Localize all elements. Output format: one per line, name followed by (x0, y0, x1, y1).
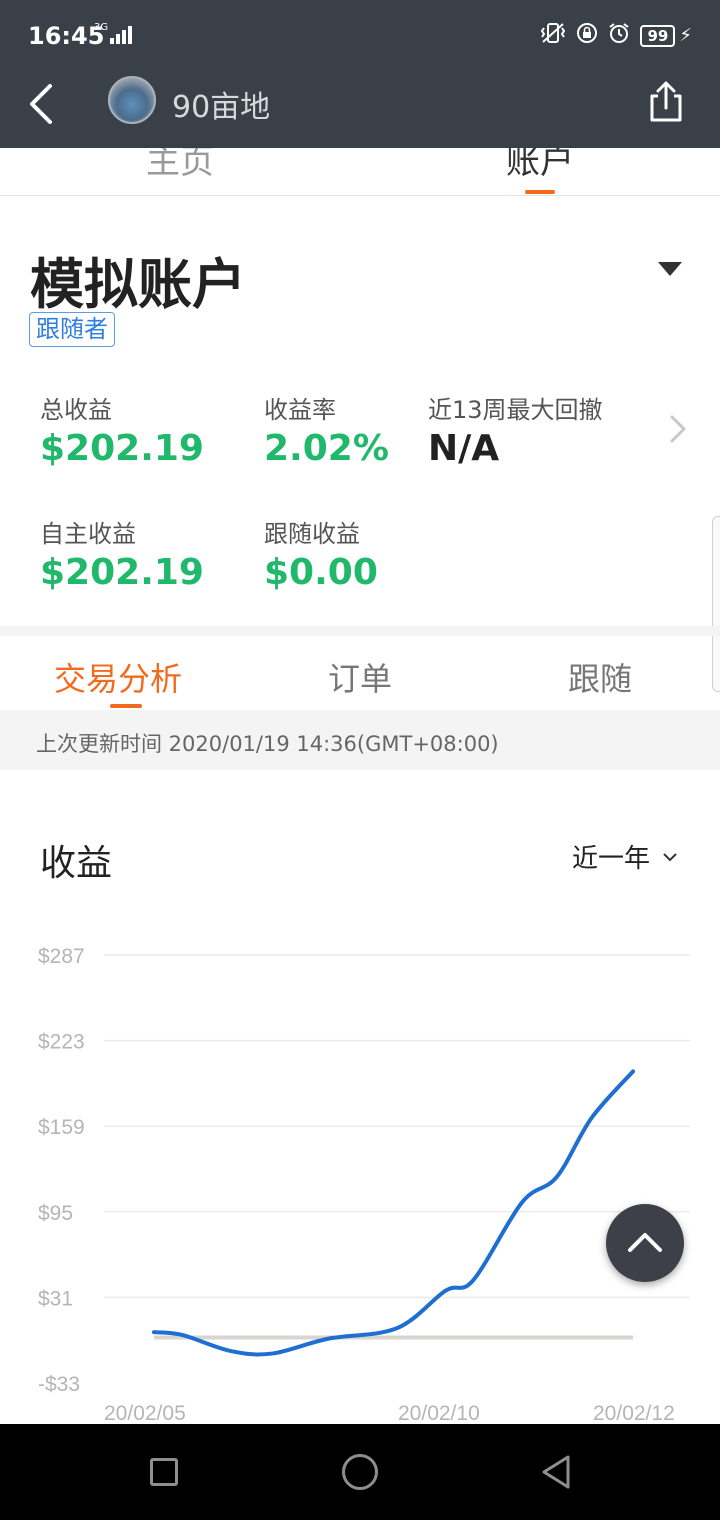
tab-follow[interactable]: 跟随 (568, 654, 632, 700)
self-profit-label: 自主收益 (40, 520, 136, 548)
follow-profit-label: 跟随收益 (264, 520, 360, 548)
return-rate-value: 2.02% (264, 428, 389, 469)
update-time-bar: 上次更新时间 2020/01/19 14:36(GMT+08:00) (0, 710, 720, 770)
total-profit-label: 总收益 (40, 396, 112, 424)
share-icon (650, 81, 682, 122)
top-tab-bar: 主页 账户 (0, 148, 720, 196)
network-type: 3G (94, 22, 109, 33)
status-bar: 16:45 3G 99 ⚡ (0, 0, 720, 66)
total-profit-value: $202.19 (40, 428, 204, 469)
battery-icon: 99 (640, 24, 676, 47)
scroll-top-button[interactable] (606, 1204, 684, 1282)
max-drawdown-value: N/A (428, 428, 500, 469)
share-button[interactable] (646, 80, 686, 124)
tab-orders[interactable]: 订单 (328, 654, 392, 700)
tab-account[interactable]: 账户 (506, 148, 574, 183)
screen-lock-icon (576, 22, 598, 49)
role-badge: 跟随者 (29, 312, 115, 347)
update-time-text: 上次更新时间 2020/01/19 14:36(GMT+08:00) (36, 732, 499, 756)
self-profit-value: $202.19 (40, 552, 204, 593)
page-title: 90亩地 (172, 90, 271, 125)
system-nav-bar (0, 1424, 720, 1520)
chart-y-tick-label: $95 (38, 1202, 73, 1225)
chart-y-tick-label: $31 (38, 1287, 73, 1310)
period-select[interactable]: 近一年 (572, 838, 678, 875)
chart-x-tick-label: 20/02/05 (104, 1402, 186, 1424)
section-divider (0, 626, 720, 636)
chart-x-tick-label: 20/02/10 (398, 1402, 480, 1424)
period-select-label: 近一年 (572, 844, 651, 874)
account-title: 模拟账户 (30, 253, 246, 316)
home-button[interactable] (342, 1454, 378, 1490)
chart-y-tick-label: $223 (38, 1031, 85, 1054)
status-time: 16:45 (28, 22, 105, 50)
alarm-icon (608, 22, 630, 49)
return-rate-label: 收益率 (264, 396, 336, 424)
back-button[interactable] (22, 80, 62, 128)
tab-trade-analysis[interactable]: 交易分析 (54, 654, 182, 700)
avatar[interactable] (108, 76, 156, 124)
follow-profit-value: $0.00 (264, 552, 378, 593)
side-drawer-handle[interactable] (712, 516, 720, 692)
chevron-up-icon (628, 1233, 662, 1252)
back-nav-button[interactable] (540, 1454, 572, 1490)
chart-y-tick-label: $287 (38, 945, 85, 968)
max-drawdown-label: 近13周最大回撤 (428, 396, 603, 424)
chart-title: 收益 (40, 843, 113, 884)
charging-icon: ⚡ (679, 25, 692, 46)
tab-indicator (525, 190, 555, 194)
signal-icon (110, 26, 132, 44)
tab-home[interactable]: 主页 (146, 148, 214, 183)
chart-x-tick-label: 20/02/12 (593, 1402, 675, 1424)
vibrate-icon (540, 22, 566, 49)
chart-y-tick-label: $159 (38, 1116, 85, 1139)
status-icons: 99 ⚡ (540, 22, 692, 49)
chevron-right-icon[interactable] (664, 414, 692, 444)
account-dropdown-icon[interactable] (658, 262, 682, 276)
chart-series-profit-line (152, 1069, 636, 1357)
profit-chart: $287 $223 $159 $95 $31 -$33 20/02/05 20/02/10 20… (38, 945, 690, 1424)
recents-button[interactable] (150, 1458, 178, 1486)
app-header: 90亩地 (0, 66, 720, 148)
chart-y-tick-label: -$33 (38, 1373, 80, 1396)
sub-tab-indicator (110, 704, 142, 708)
chevron-down-icon (663, 852, 677, 861)
